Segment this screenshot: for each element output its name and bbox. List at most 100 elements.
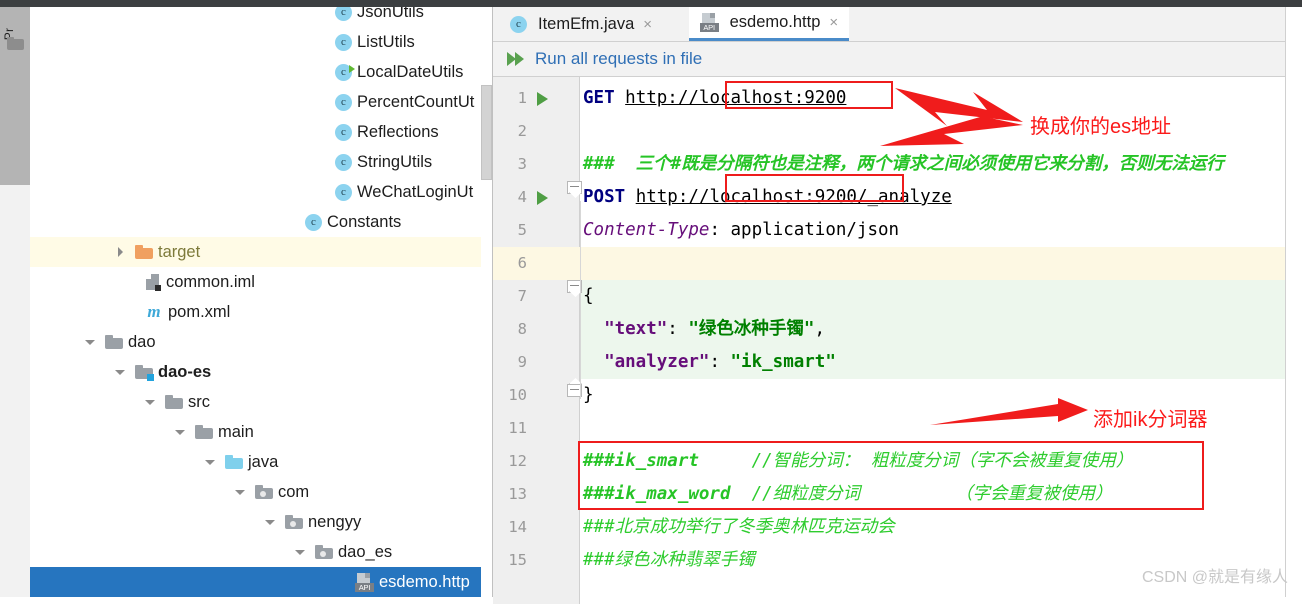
code-line-6[interactable]: 6 [493, 247, 1302, 280]
run-request-icon[interactable] [537, 92, 548, 106]
chevron-down-icon[interactable] [295, 547, 306, 558]
line-number: 13 [493, 478, 527, 511]
line-number: 4 [493, 181, 527, 214]
chevron-down-icon[interactable] [205, 457, 216, 468]
code-token [583, 352, 604, 372]
tree-row-java[interactable]: java [30, 447, 492, 477]
chevron-right-icon[interactable] [115, 247, 126, 258]
tree-row-dao[interactable]: dao [30, 327, 492, 357]
code-token: Content-Type [583, 220, 709, 240]
tree-row-localdateutils[interactable]: c LocalDateUtils [30, 57, 492, 87]
code-token: , [814, 319, 825, 339]
folder-gray-icon [165, 395, 183, 409]
line-number: 12 [493, 445, 527, 478]
tree-row-esdemo-http[interactable]: API esdemo.http [30, 567, 492, 597]
line-number: 11 [493, 412, 527, 445]
tree-row-label: PercentCountUt [357, 93, 474, 112]
tree-row-target[interactable]: target [30, 237, 492, 267]
editor-tab-itemefm-java[interactable]: c ItemEfm.java × [499, 7, 663, 41]
tree-row-com[interactable]: com [30, 477, 492, 507]
tree-row-label: dao [128, 333, 156, 352]
code-editor[interactable]: 1GET http://localhost:920023### 三个#既是分隔符… [493, 77, 1302, 604]
tree-row-dao-es[interactable]: dao-es [30, 357, 492, 387]
folder-gray-icon [105, 335, 123, 349]
tree-row-label: LocalDateUtils [357, 63, 463, 82]
project-tool-window-tab[interactable]: Pr [0, 7, 30, 185]
fold-start-icon[interactable] [567, 181, 582, 199]
tree-row-reflections[interactable]: cReflections [30, 117, 492, 147]
http-file-icon: API [355, 573, 374, 592]
folder-orange-icon [135, 245, 153, 259]
line-number: 6 [493, 247, 527, 280]
tree-row-common-iml[interactable]: common.iml [30, 267, 492, 297]
tree-row-label: ListUtils [357, 33, 415, 52]
arrow-to-post-host [880, 112, 1025, 148]
right-margin [1285, 7, 1302, 597]
code-line-9[interactable]: 9 "analyzer": "ik_smart" [493, 346, 1302, 379]
chevron-down-icon[interactable] [175, 427, 186, 438]
code-line-5[interactable]: 5Content-Type: application/json [493, 214, 1302, 247]
tree-row-stringutils[interactable]: cStringUtils [30, 147, 492, 177]
class-icon: c [335, 184, 352, 201]
class-icon: c [335, 64, 352, 81]
editor-tab-label: ItemEfm.java [538, 15, 634, 34]
line-number: 9 [493, 346, 527, 379]
tree-row-label: Reflections [357, 123, 439, 142]
folder-gray-icon [195, 425, 213, 439]
tree-row-main[interactable]: main [30, 417, 492, 447]
line-text: "text": "绿色冰种手镯", [583, 313, 825, 346]
editor-tab-esdemo-http[interactable]: APIesdemo.http× [689, 7, 850, 41]
chevron-down-icon[interactable] [85, 337, 96, 348]
project-tree-scrollbar-thumb[interactable] [481, 85, 492, 180]
close-icon[interactable]: × [829, 14, 838, 31]
run-all-requests-bar[interactable]: Run all requests in file [493, 42, 1302, 76]
line-number: 2 [493, 115, 527, 148]
code-line-14[interactable]: 14###北京成功举行了冬季奥林匹克运动会 [493, 511, 1302, 544]
tree-row-constants[interactable]: c Constants [30, 207, 492, 237]
run-request-icon[interactable] [537, 191, 548, 205]
code-line-7[interactable]: 7{ [493, 280, 1302, 313]
class-icon: c [305, 214, 322, 231]
tree-row-jsonutils[interactable]: cJsonUtils [30, 7, 492, 27]
tree-row-label: common.iml [166, 273, 255, 292]
tree-row-listutils[interactable]: cListUtils [30, 27, 492, 57]
tree-row-nengyy[interactable]: nengyy [30, 507, 492, 537]
line-number: 7 [493, 280, 527, 313]
tree-row-percentcountut[interactable]: cPercentCountUt [30, 87, 492, 117]
project-tree[interactable]: cJsonUtilscListUtilscLocalDateUtilscPerc… [30, 7, 492, 597]
code-token [583, 319, 604, 339]
line-text: { [583, 280, 594, 313]
chevron-down-icon[interactable] [265, 517, 276, 528]
package-icon [315, 545, 333, 559]
run-all-requests-label[interactable]: Run all requests in file [535, 49, 702, 69]
tree-row-wechatloginut[interactable]: cWeChatLoginUt [30, 177, 492, 207]
tree-row-label: Constants [327, 213, 401, 232]
line-number: 14 [493, 511, 527, 544]
ide-window: Pr cJsonUtilscListUtilscLocalDateUtilscP… [0, 0, 1302, 597]
chevron-down-icon[interactable] [115, 367, 126, 378]
line-number: 15 [493, 544, 527, 577]
code-token: "text" [604, 319, 667, 339]
code-token: : application/json [709, 220, 899, 240]
tree-row-label: esdemo.http [379, 573, 470, 592]
code-line-8[interactable]: 8 "text": "绿色冰种手镯", [493, 313, 1302, 346]
line-text: "analyzer": "ik_smart" [583, 346, 836, 379]
tree-row-label: JsonUtils [357, 7, 424, 22]
tree-row-src[interactable]: src [30, 387, 492, 417]
tree-row-dao-es[interactable]: dao_es [30, 537, 492, 567]
line-number: 10 [493, 379, 527, 412]
tree-row-label: main [218, 423, 254, 442]
close-icon[interactable]: × [643, 16, 652, 33]
chevron-down-icon[interactable] [235, 487, 246, 498]
class-icon: c [510, 16, 527, 33]
code-token: ###绿色冰种翡翠手镯 [583, 550, 755, 570]
chevron-down-icon[interactable] [145, 397, 156, 408]
double-play-icon[interactable] [507, 51, 527, 67]
tree-row-label: com [278, 483, 309, 502]
tree-row-pom-xml[interactable]: mpom.xml [30, 297, 492, 327]
code-token: GET [583, 88, 625, 108]
csdn-watermark: CSDN @就是有缘人 [1142, 563, 1288, 587]
iml-file-icon [145, 273, 161, 291]
code-token: : [709, 352, 730, 372]
line-number: 3 [493, 148, 527, 181]
